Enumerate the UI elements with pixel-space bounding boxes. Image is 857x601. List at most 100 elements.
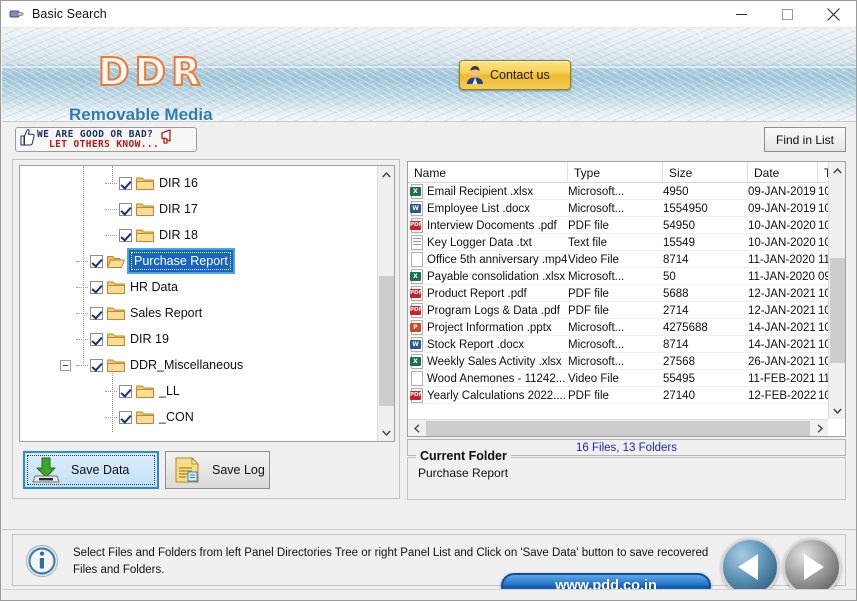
tree-node-checkbox[interactable] — [119, 228, 132, 242]
save-data-button[interactable]: Save Data — [23, 451, 159, 489]
tree-expander-toggle[interactable] — [60, 360, 71, 371]
file-list-row[interactable]: PDF Product Report .pdf PDF file 5688 12-JAN… — [408, 285, 828, 302]
column-header-type[interactable]: Type — [568, 162, 663, 183]
tree-node-label: DDR_Miscellaneous — [130, 358, 244, 372]
file-cell-size: 4950 — [663, 185, 689, 198]
file-cell-name: W Employee List .docx — [408, 200, 568, 217]
tree-node-checkbox[interactable] — [90, 280, 103, 294]
tree-node[interactable]: Purchase Report — [90, 248, 231, 274]
contact-us-label: Contact us — [490, 68, 550, 82]
list-scroll-right-arrow[interactable] — [811, 420, 828, 436]
file-list-panel[interactable]: NameTypeSizeDateTime XEmail Recipient .x… — [407, 161, 846, 437]
file-list-row[interactable]: Wood Anemones - 11242... Video File 55495 1… — [408, 370, 828, 387]
tree-node-checkbox[interactable] — [119, 410, 132, 424]
file-cell-size: 15549 — [663, 236, 695, 249]
rate-us-text: WE ARE GOOD OR BAD? LET OTHERS KNOW... — [37, 129, 160, 150]
file-cell-type: Text file — [568, 236, 607, 249]
tree-node[interactable]: DDR_Miscellaneous — [90, 352, 243, 378]
find-in-list-button[interactable]: Find in List — [764, 127, 846, 152]
column-header-size[interactable]: Size — [663, 162, 748, 183]
file-cell-date: 09-JAN-2019 — [748, 202, 816, 215]
column-header-name[interactable]: Name — [408, 162, 568, 183]
tree-node[interactable]: Sales Report — [90, 300, 202, 326]
tree-node[interactable]: DIR 16 — [119, 170, 198, 196]
file-name-text: Email Recipient .xlsx — [427, 185, 534, 198]
file-list-row[interactable]: PDF Interview Docoments .pdf PDF file 54950… — [408, 217, 828, 234]
save-log-button[interactable]: Save Log — [165, 451, 270, 489]
tree-node[interactable]: DIR 19 — [90, 326, 169, 352]
tree-node[interactable]: HR Data — [90, 274, 178, 300]
file-list-row[interactable]: Office 5th anniversary .mp4 Video File 871… — [408, 251, 828, 268]
tree-node-checkbox[interactable] — [90, 254, 103, 268]
next-button[interactable] — [783, 538, 841, 596]
file-name-text: Stock Report .docx — [427, 338, 525, 351]
file-list-row[interactable]: PDF Program Logs & Data .pdf PDF file 2714 1… — [408, 302, 828, 319]
file-cell-time: 10:29 — [818, 219, 828, 232]
file-cell-name: PDF Interview Docoments .pdf — [408, 217, 568, 234]
file-list-row[interactable]: Key Logger Data .txt Text file 15549 10-JAN… — [408, 234, 828, 251]
rate-line-2: LET OTHERS KNOW... — [49, 139, 160, 150]
tree-node[interactable]: _CON — [119, 404, 194, 430]
file-list-row[interactable]: W Employee List .docx Microsoft... 1554950 0… — [408, 200, 828, 217]
tree-node-checkbox[interactable] — [119, 176, 132, 190]
close-button[interactable] — [810, 1, 856, 28]
file-cell-time: 11:27 — [818, 372, 828, 385]
file-list-row[interactable]: X Payable consolidation .xlsx Microsoft...… — [408, 268, 828, 285]
previous-arrow-icon — [738, 554, 758, 580]
tree-node-checkbox[interactable] — [119, 384, 132, 398]
file-cell-size: 4275688 — [663, 321, 708, 334]
tree-connector-line — [105, 391, 117, 392]
list-scroll-up-arrow[interactable] — [829, 162, 845, 179]
tree-vertical-scrollbar[interactable] — [377, 166, 394, 441]
list-scroll-thumb[interactable] — [830, 258, 845, 363]
tree-node-checkbox[interactable] — [90, 332, 103, 346]
folder-icon — [107, 306, 125, 320]
tree-scroll-down-arrow[interactable] — [378, 424, 394, 441]
file-list-row[interactable]: X Weekly Sales Activity .xlsx Microsoft...… — [408, 353, 828, 370]
tree-scroll-up-arrow[interactable] — [378, 166, 394, 183]
tree-connector-line — [105, 417, 117, 418]
tree-node-checkbox[interactable] — [90, 358, 103, 372]
tree-node-checkbox[interactable] — [119, 202, 132, 216]
tree-connector-line — [105, 209, 117, 210]
file-list-row[interactable]: PDF Yearly Calculations 2022.... PDF file 2… — [408, 387, 828, 404]
user-avatar-icon — [464, 64, 486, 86]
minimize-button[interactable] — [718, 1, 764, 28]
previous-button[interactable] — [721, 538, 779, 596]
file-cell-type: PDF file — [568, 389, 609, 402]
tree-node-checkbox[interactable] — [90, 306, 103, 320]
tree-connector-line — [76, 261, 88, 262]
file-cell-time: 10:26 — [818, 202, 828, 215]
file-cell-type: Microsoft... — [568, 338, 625, 351]
file-list-row[interactable]: W Stock Report .docx Microsoft... 8714 14-JA… — [408, 336, 828, 353]
contact-us-button[interactable]: Contact us — [459, 60, 571, 90]
status-bar — [2, 589, 856, 600]
list-hscroll-thumb[interactable] — [426, 421, 810, 436]
column-header-date[interactable]: Date — [748, 162, 818, 183]
file-list-row[interactable]: X Email Recipient .xlsx Microsoft... 4950 09… — [408, 183, 828, 200]
maximize-button[interactable] — [764, 1, 810, 28]
pptx-file-icon: P — [410, 320, 424, 335]
list-scroll-left-arrow[interactable] — [408, 420, 425, 436]
folder-icon — [136, 384, 154, 398]
list-scroll-down-arrow[interactable] — [829, 402, 845, 419]
find-in-list-label: Find in List — [775, 132, 835, 147]
usb-drive-icon — [9, 6, 25, 22]
tree-node[interactable]: DIR 18 — [119, 222, 198, 248]
docx-file-icon: W — [410, 201, 424, 216]
tree-node-label: _LL — [159, 384, 180, 398]
list-vertical-scrollbar[interactable] — [828, 162, 845, 419]
file-cell-date: 12-JAN-2021 — [748, 304, 816, 317]
window-controls — [718, 1, 856, 28]
file-list-row[interactable]: P Project Information .pptx Microsoft... 42… — [408, 319, 828, 336]
file-cell-type: PDF file — [568, 287, 609, 300]
folder-icon — [107, 280, 125, 294]
file-cell-name: P Project Information .pptx — [408, 319, 568, 336]
rate-us-badge[interactable]: WE ARE GOOD OR BAD? LET OTHERS KNOW... — [15, 127, 197, 152]
tree-scroll-thumb[interactable] — [379, 276, 394, 406]
tree-node[interactable]: DIR 17 — [119, 196, 198, 222]
directory-tree-panel[interactable]: DIR 16 DIR 17 DIR 18 Purchase Report HR Data… — [19, 165, 395, 442]
list-horizontal-scrollbar[interactable] — [408, 419, 828, 436]
tree-node[interactable]: _LL — [119, 378, 180, 404]
file-cell-size: 5688 — [663, 287, 689, 300]
